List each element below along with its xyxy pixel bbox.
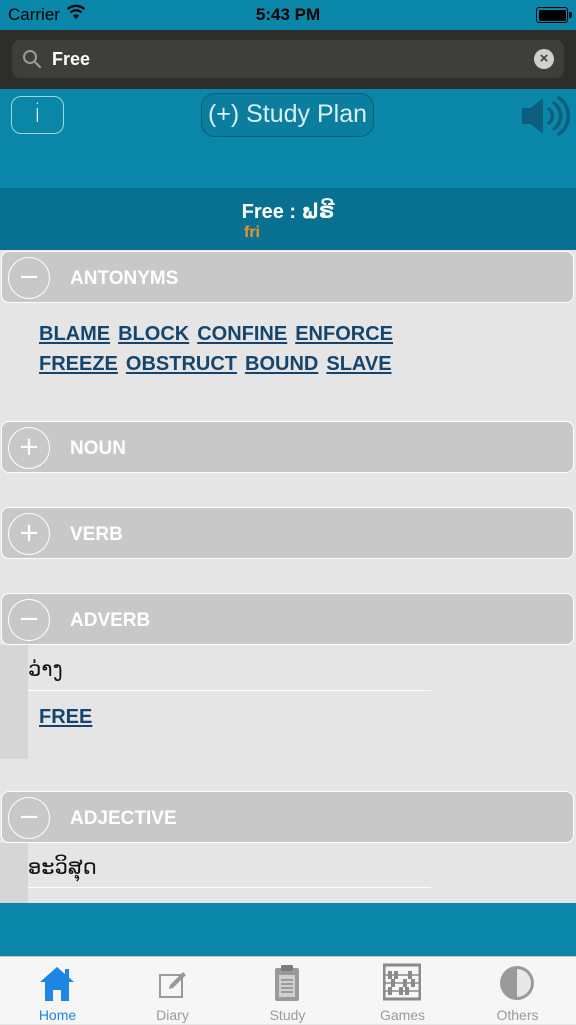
tab-diary[interactable]: Diary [115, 957, 230, 1025]
section-header-verb[interactable]: + VERB [1, 507, 574, 559]
adjective-meaning: ອະວິສຸດ [28, 855, 97, 879]
tab-others[interactable]: Others [460, 957, 575, 1025]
info-button[interactable]: i [11, 96, 64, 134]
abacus-icon [382, 963, 422, 1008]
antonym-link[interactable]: CONFINE [197, 320, 287, 348]
tab-games[interactable]: Games [345, 957, 460, 1025]
expand-icon[interactable]: + [8, 513, 50, 555]
tab-home[interactable]: Home [0, 957, 115, 1025]
section-header-adverb[interactable]: − ADVERB [1, 593, 574, 645]
collapse-icon[interactable]: − [8, 257, 50, 299]
section-title-adjective: ADJECTIVE [70, 808, 177, 829]
speaker-icon[interactable] [520, 95, 571, 142]
antonym-link[interactable]: SLAVE [326, 350, 391, 378]
tab-label: Diary [156, 1007, 189, 1023]
antonym-link[interactable]: BOUND [245, 350, 318, 378]
expand-icon[interactable]: + [8, 427, 50, 469]
side-gutter [0, 645, 28, 759]
bottom-strip [0, 903, 576, 956]
section-header-adjective[interactable]: − ADJECTIVE [1, 791, 574, 843]
toolbar: i (+) Study Plan [0, 89, 576, 188]
search-input[interactable]: Free × [12, 40, 564, 78]
section-title-noun: NOUN [70, 438, 126, 459]
search-value[interactable]: Free [52, 49, 90, 70]
collapse-icon[interactable]: − [8, 797, 50, 839]
tab-study[interactable]: Study [230, 957, 345, 1025]
collapse-icon[interactable]: − [8, 599, 50, 641]
diary-icon [153, 963, 191, 1008]
adverb-links: FREE [39, 703, 539, 733]
status-bar: Carrier 5:43 PM [0, 0, 576, 30]
study-plan-button[interactable]: (+) Study Plan [201, 93, 374, 137]
content-list[interactable]: − ANTONYMS BLAME BLOCK CONFINE ENFORCE FREE… [0, 250, 576, 903]
section-header-noun[interactable]: + NOUN [1, 421, 574, 473]
antonym-link[interactable]: ENFORCE [295, 320, 393, 348]
others-icon [498, 963, 536, 1008]
antonym-link[interactable]: BLAME [39, 320, 110, 348]
clear-icon[interactable]: × [534, 49, 554, 69]
divider [28, 690, 431, 691]
tab-label: Others [496, 1007, 539, 1023]
antonym-link[interactable]: FREEZE [39, 350, 118, 378]
search-bar: Free × [0, 30, 576, 89]
clipboard-icon [268, 963, 306, 1008]
section-title-antonyms: ANTONYMS [70, 268, 179, 289]
home-icon [38, 963, 76, 1008]
word-title: Free : ຟຣີ [241, 201, 335, 223]
side-gutter [0, 843, 28, 903]
antonym-link[interactable]: OBSTRUCT [126, 350, 237, 378]
tab-bar: Home Diary Study Games Others [0, 956, 576, 1024]
search-icon [22, 49, 42, 74]
word-pronunciation: fri [244, 224, 260, 241]
antonym-link[interactable]: BLOCK [118, 320, 189, 348]
battery-icon [536, 7, 572, 23]
adverb-meaning: ວ່າງ [28, 657, 63, 681]
section-title-verb: VERB [70, 524, 123, 545]
synonym-link[interactable]: FREE [39, 703, 92, 731]
tab-label: Games [379, 1007, 426, 1023]
word-header: Free : ຟຣີ fri [0, 188, 576, 250]
antonym-links: BLAME BLOCK CONFINE ENFORCE FREEZE OBSTRUCT B… [39, 320, 539, 380]
tab-label: Home [38, 1007, 77, 1023]
section-header-antonyms[interactable]: − ANTONYMS [1, 251, 574, 303]
divider [28, 887, 431, 888]
section-title-adverb: ADVERB [70, 610, 151, 631]
tab-label: Study [269, 1007, 306, 1023]
status-time: 5:43 PM [255, 5, 321, 24]
